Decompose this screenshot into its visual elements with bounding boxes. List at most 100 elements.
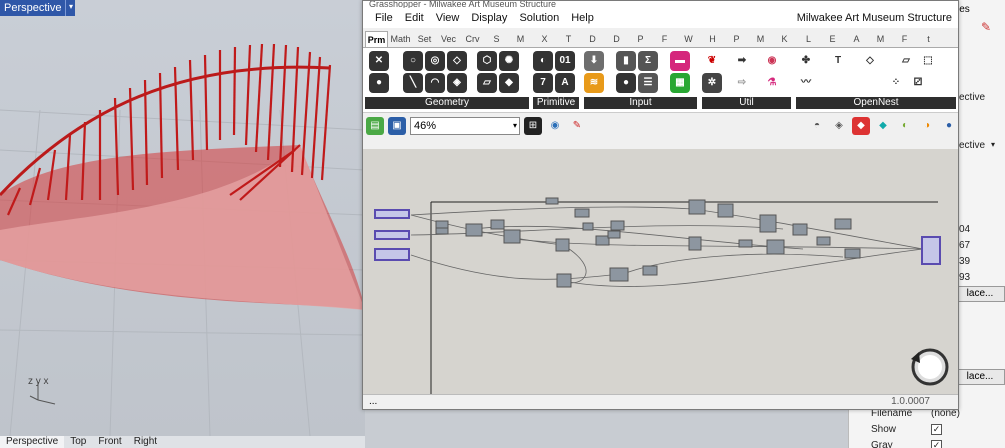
- material-icon[interactable]: ◐: [896, 117, 914, 135]
- plane-param-icon[interactable]: ▱: [477, 73, 497, 93]
- dice-icon[interactable]: ⚂: [908, 73, 928, 93]
- digital-scribble-icon[interactable]: ●: [616, 73, 636, 93]
- tab-sets[interactable]: Set: [413, 31, 436, 47]
- import-icon[interactable]: ⬇: [584, 51, 604, 71]
- tab-m3[interactable]: M: [869, 31, 892, 47]
- text-param-icon[interactable]: A: [555, 73, 575, 93]
- menu-help[interactable]: Help: [565, 12, 600, 24]
- button-icon[interactable]: Σ: [638, 51, 658, 71]
- integer-param-icon[interactable]: 01: [555, 51, 575, 71]
- shade-icon[interactable]: ◑: [918, 117, 936, 135]
- tab-p[interactable]: P: [629, 31, 652, 47]
- box-param-icon[interactable]: ⬡: [477, 51, 497, 71]
- sketch-icon[interactable]: ✎: [568, 117, 586, 135]
- tab-front[interactable]: Front: [92, 436, 127, 448]
- show-checkbox[interactable]: ✓: [931, 424, 942, 435]
- tab-transform[interactable]: T: [557, 31, 580, 47]
- tab-a[interactable]: A: [845, 31, 868, 47]
- zoom-select[interactable]: 46% ▾: [410, 116, 520, 135]
- paint-icon[interactable]: ✎: [981, 20, 991, 34]
- grasshopper-canvas[interactable]: [363, 149, 958, 394]
- rhino-viewport[interactable]: Perspective ▾ z y x: [0, 0, 365, 436]
- tab-vector[interactable]: Vec: [437, 31, 460, 47]
- curve-param-icon[interactable]: ◎: [425, 51, 445, 71]
- tab-math[interactable]: Math: [389, 31, 412, 47]
- brep-param-icon[interactable]: ◈: [447, 73, 467, 93]
- menu-display[interactable]: Display: [465, 12, 513, 24]
- integer-icon[interactable]: 7: [533, 73, 553, 93]
- preview-shaded-icon[interactable]: ◈: [830, 117, 848, 135]
- viewport-title[interactable]: Perspective: [0, 0, 66, 16]
- point-param-icon[interactable]: ●: [369, 73, 389, 93]
- chevron-down-icon[interactable]: ▾: [991, 140, 995, 149]
- galapagos-icon[interactable]: ◉: [762, 51, 782, 71]
- mesh-param-icon[interactable]: ✺: [499, 51, 519, 71]
- line-param-icon[interactable]: ╲: [403, 73, 423, 93]
- tab-p2[interactable]: P: [725, 31, 748, 47]
- tab-e[interactable]: E: [821, 31, 844, 47]
- tab-curve[interactable]: Crv: [461, 31, 484, 47]
- group-label-primitive[interactable]: Primitive: [533, 97, 579, 109]
- group-label-util[interactable]: Util: [702, 97, 791, 109]
- boolean-toggle-icon[interactable]: ▮: [616, 51, 636, 71]
- cube-icon[interactable]: ⬚: [918, 51, 938, 71]
- tab-perspective[interactable]: Perspective: [0, 436, 65, 448]
- viewport-label[interactable]: Perspective ▾: [0, 0, 76, 16]
- menu-file[interactable]: File: [369, 12, 399, 24]
- gray-checkbox[interactable]: ✓: [931, 440, 942, 448]
- tab-k[interactable]: K: [773, 31, 796, 47]
- tab-f[interactable]: F: [653, 31, 676, 47]
- surface-param-icon[interactable]: ◇: [447, 51, 467, 71]
- tab-l[interactable]: L: [797, 31, 820, 47]
- save-icon[interactable]: ▣: [388, 116, 406, 135]
- colour-swatch-icon[interactable]: ▬: [670, 51, 690, 71]
- chevron-down-icon[interactable]: ▾: [513, 118, 517, 134]
- arrow-right-icon[interactable]: ⇨: [732, 73, 752, 93]
- menu-view[interactable]: View: [430, 12, 466, 24]
- data-dam-icon[interactable]: ➡: [732, 51, 752, 71]
- text-tool-icon[interactable]: T: [828, 51, 848, 71]
- navigation-widget[interactable]: [911, 348, 949, 386]
- tab-t[interactable]: t: [917, 31, 940, 47]
- tab-mesh[interactable]: M: [509, 31, 532, 47]
- tab-f2[interactable]: F: [893, 31, 916, 47]
- place-button-2[interactable]: lace...: [955, 369, 1005, 385]
- tab-h[interactable]: H: [701, 31, 724, 47]
- tree-icon[interactable]: ✲: [702, 73, 722, 93]
- place-button[interactable]: lace...: [955, 286, 1005, 302]
- tab-right[interactable]: Right: [128, 436, 163, 448]
- flask-icon[interactable]: ⚗: [762, 73, 782, 93]
- panel-icon[interactable]: ≋: [584, 73, 604, 93]
- tab-w[interactable]: W: [677, 31, 700, 47]
- tab-d2[interactable]: D: [605, 31, 628, 47]
- tab-display[interactable]: D: [581, 31, 604, 47]
- menu-edit[interactable]: Edit: [399, 12, 430, 24]
- open-file-icon[interactable]: ▤: [366, 116, 384, 135]
- zoom-extents-icon[interactable]: ⊞: [524, 116, 542, 135]
- viewport-menu-icon[interactable]: ▾: [65, 0, 76, 16]
- preview-wire-icon[interactable]: ◓: [808, 117, 826, 135]
- tab-params[interactable]: Prm: [365, 31, 388, 47]
- group-label-geometry[interactable]: Geometry: [365, 97, 529, 109]
- tag-icon[interactable]: ◇: [860, 51, 880, 71]
- preview-selected-icon[interactable]: ◆: [852, 116, 870, 135]
- tab-intersect[interactable]: X: [533, 31, 556, 47]
- preview-eye-icon[interactable]: ◉: [546, 117, 564, 135]
- propeller-icon[interactable]: ✤: [796, 51, 816, 71]
- mesh-quality-icon[interactable]: ◆: [874, 117, 892, 135]
- group-label-input[interactable]: Input: [584, 97, 697, 109]
- tab-surface[interactable]: S: [485, 31, 508, 47]
- sphere-icon[interactable]: ●: [940, 117, 958, 135]
- tab-top[interactable]: Top: [64, 436, 92, 448]
- matrix-icon[interactable]: ▦: [670, 73, 690, 93]
- cherry-icon[interactable]: ❦: [702, 51, 722, 71]
- number-param-icon[interactable]: ◐: [533, 51, 553, 71]
- ellipse-param-icon[interactable]: ○: [403, 51, 423, 71]
- tab-m2[interactable]: M: [749, 31, 772, 47]
- group-label-opennest[interactable]: OpenNest: [796, 97, 956, 109]
- menu-solution[interactable]: Solution: [513, 12, 565, 24]
- value-list-icon[interactable]: ☰: [638, 73, 658, 93]
- param-icon[interactable]: ✕: [369, 51, 389, 71]
- signal-icon[interactable]: 〰: [796, 73, 816, 93]
- arc-param-icon[interactable]: ◠: [425, 73, 445, 93]
